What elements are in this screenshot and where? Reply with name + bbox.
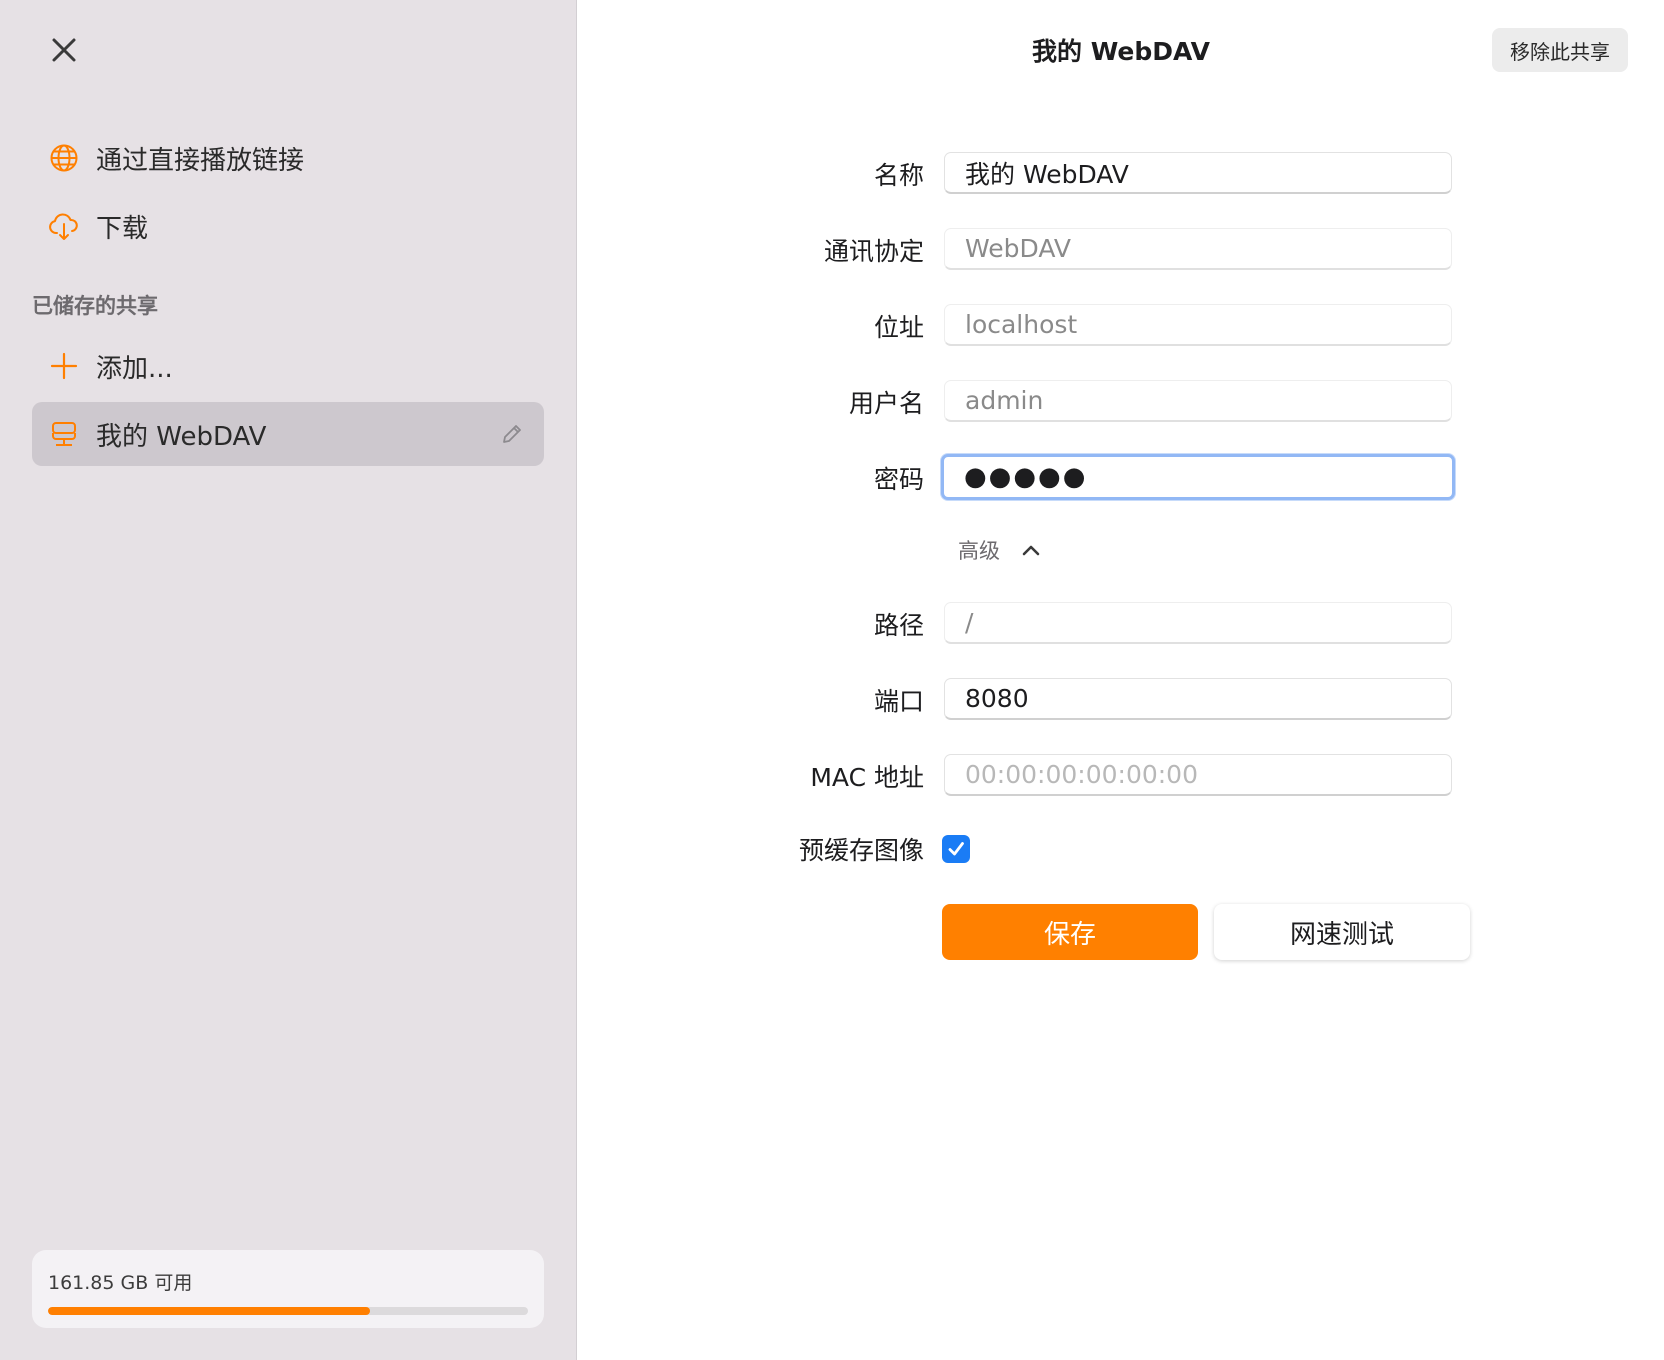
save-button[interactable]: 保存	[942, 904, 1198, 960]
close-icon	[52, 38, 76, 62]
saved-shares-header: 已储存的共享	[32, 294, 158, 318]
path-field[interactable]	[944, 602, 1452, 644]
remove-share-button[interactable]: 移除此共享	[1492, 28, 1628, 72]
server-icon	[48, 418, 80, 450]
form-row-address: 位址	[578, 304, 1664, 348]
name-label: 名称	[873, 161, 924, 190]
form-row-port: 端口	[578, 678, 1664, 722]
form-row-precache: 预缓存图像	[578, 827, 1664, 871]
advanced-toggle[interactable]: 高级	[958, 532, 1040, 568]
password-label: 密码	[873, 465, 924, 494]
precache-label: 预缓存图像	[798, 836, 924, 865]
protocol-label: 通讯协定	[823, 237, 924, 266]
cloud-download-icon	[48, 210, 80, 242]
storage-indicator: 161.85 GB 可用	[32, 1250, 544, 1328]
form-row-path: 路径	[578, 602, 1664, 646]
form-row-name: 名称	[578, 152, 1664, 196]
nav-item-label: 通过直接播放链接	[96, 145, 305, 176]
nav-item-label: 下载	[96, 213, 149, 244]
share-item-webdav[interactable]: 我的 WebDAV	[32, 402, 544, 466]
plus-icon	[48, 350, 80, 382]
storage-progress-bar	[48, 1307, 528, 1315]
advanced-label: 高级	[958, 539, 1000, 563]
speed-test-button[interactable]: 网速测试	[1214, 904, 1470, 960]
username-field[interactable]	[944, 380, 1452, 422]
protocol-field[interactable]	[944, 228, 1452, 270]
mac-field[interactable]	[944, 754, 1452, 796]
port-label: 端口	[873, 687, 924, 716]
add-share-button[interactable]: 添加...	[32, 334, 544, 398]
pencil-icon[interactable]	[498, 420, 526, 448]
main-panel: 我的 WebDAV 移除此共享 名称 通讯协定 位址 用户名 密码 高级 路径 …	[578, 0, 1664, 1360]
name-field[interactable]	[944, 152, 1452, 194]
port-field[interactable]	[944, 678, 1452, 720]
form-row-protocol: 通讯协定	[578, 228, 1664, 272]
nav-item-direct-link[interactable]: 通过直接播放链接	[32, 126, 544, 190]
checkmark-icon	[948, 842, 964, 856]
share-item-label: 我的 WebDAV	[96, 421, 267, 452]
path-label: 路径	[873, 611, 924, 640]
password-field[interactable]	[941, 454, 1455, 500]
username-label: 用户名	[848, 389, 924, 418]
address-field[interactable]	[944, 304, 1452, 346]
address-label: 位址	[873, 313, 924, 342]
storage-available-text: 161.85 GB 可用	[48, 1272, 193, 1294]
add-share-label: 添加...	[96, 353, 173, 384]
globe-icon	[48, 142, 80, 174]
form-row-username: 用户名	[578, 380, 1664, 424]
form-row-password: 密码	[578, 454, 1664, 500]
chevron-up-icon	[1022, 545, 1040, 556]
precache-checkbox[interactable]	[942, 835, 970, 863]
nav-item-download[interactable]: 下载	[32, 194, 544, 258]
close-button[interactable]	[44, 30, 84, 70]
form-row-mac: MAC 地址	[578, 754, 1664, 798]
sidebar: 通过直接播放链接 下载 已储存的共享 添加... 我的 WebDAV 161.8…	[0, 0, 577, 1360]
storage-progress-fill	[48, 1307, 370, 1315]
mac-label: MAC 地址	[810, 763, 924, 792]
